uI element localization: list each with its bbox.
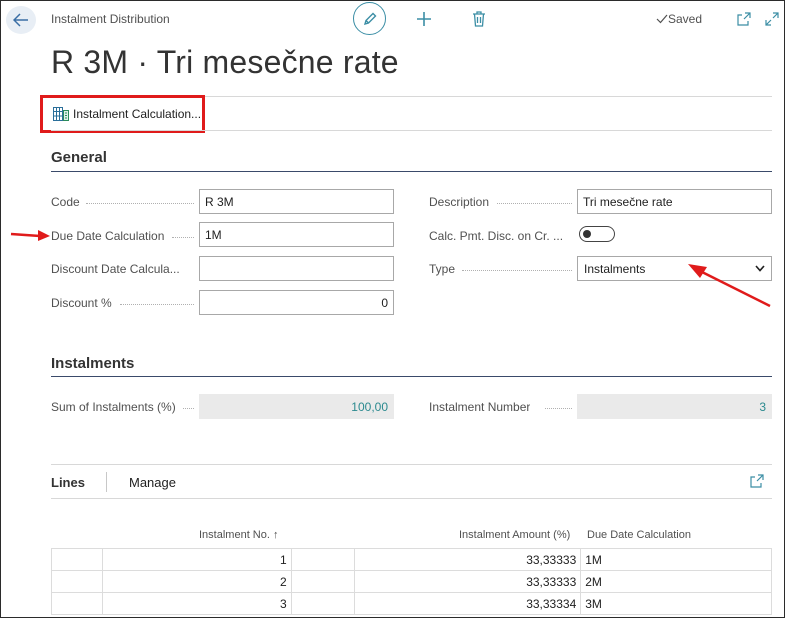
annotation-arrow-right xyxy=(10,230,50,241)
open-new-window-button[interactable] xyxy=(735,10,753,28)
dot-leader xyxy=(120,304,194,305)
empty-cell[interactable] xyxy=(290,592,355,615)
discount-date-calculation-label: Discount Date Calcula... xyxy=(51,262,180,276)
tab-lines[interactable]: Lines xyxy=(51,475,85,490)
back-button[interactable] xyxy=(6,6,36,34)
calc-pmt-disc-toggle[interactable] xyxy=(579,226,615,242)
lines-top-divider xyxy=(51,464,772,465)
table-row[interactable]: 1 33,33333 1M xyxy=(51,548,772,571)
pencil-icon xyxy=(363,12,376,25)
toggle-knob xyxy=(583,230,591,238)
due-date-calculation-cell[interactable]: 1M xyxy=(580,548,772,571)
column-header-instalment-amount[interactable]: Instalment Amount (%) xyxy=(459,529,570,541)
instalment-calculation-label: Instalment Calculation... xyxy=(73,107,202,121)
description-field[interactable]: Tri mesečne rate xyxy=(577,189,772,214)
general-section-underline xyxy=(51,171,772,172)
dot-leader xyxy=(462,270,572,271)
instalment-amount-cell[interactable]: 33,33333 xyxy=(353,548,582,571)
dot-leader xyxy=(172,237,194,238)
open-in-new-icon xyxy=(750,474,764,488)
action-bar-bottom-divider xyxy=(51,130,772,131)
instalment-number-value: 3 xyxy=(577,394,772,419)
page-title: R 3M · Tri mesečne rate xyxy=(51,44,399,80)
due-date-calculation-cell[interactable]: 2M xyxy=(580,570,772,593)
dot-leader xyxy=(497,203,572,204)
type-select-value: Instalments xyxy=(584,261,646,276)
dot-leader xyxy=(183,408,194,409)
row-indicator-cell[interactable] xyxy=(51,592,103,615)
lines-tab-divider xyxy=(51,498,772,499)
new-button[interactable] xyxy=(414,9,434,29)
instalment-no-cell[interactable]: 2 xyxy=(101,570,292,593)
plus-icon xyxy=(417,12,431,26)
tab-manage[interactable]: Manage xyxy=(129,475,176,490)
discount-percent-field[interactable]: 0 xyxy=(199,290,394,315)
column-header-instalment-no[interactable]: Instalment No. ↑ xyxy=(199,529,278,541)
calc-pmt-disc-label: Calc. Pmt. Disc. on Cr. ... xyxy=(429,229,564,243)
empty-cell[interactable] xyxy=(290,570,355,593)
code-label: Code xyxy=(51,195,80,209)
instalment-calculation-button[interactable]: Instalment Calculation... xyxy=(40,95,205,133)
arrow-left-icon xyxy=(13,13,28,27)
row-indicator-cell[interactable] xyxy=(51,570,103,593)
instalments-section-title[interactable]: Instalments xyxy=(51,355,134,372)
saved-label: Saved xyxy=(668,12,703,26)
row-indicator-cell[interactable] xyxy=(51,548,103,571)
instalment-number-label: Instalment Number xyxy=(429,400,531,414)
instalment-no-cell[interactable]: 1 xyxy=(101,548,292,571)
due-date-calculation-field[interactable]: 1M xyxy=(199,222,394,247)
lines-expand-button[interactable] xyxy=(749,473,765,489)
expand-icon xyxy=(765,12,779,26)
due-date-calculation-label: Due Date Calculation xyxy=(51,229,165,243)
page-caption: Instalment Distribution xyxy=(51,12,170,26)
type-label: Type xyxy=(429,262,456,276)
annotation-arrow-left xyxy=(688,264,771,308)
instalment-amount-cell[interactable]: 33,33334 xyxy=(353,592,582,615)
dot-leader xyxy=(86,203,194,204)
sum-of-instalments-value: 100,00 xyxy=(199,394,394,419)
lines-table: 1 33,33333 1M 2 33,33333 2M 3 33,33334 3… xyxy=(51,548,772,615)
empty-cell[interactable] xyxy=(290,548,355,571)
tab-separator xyxy=(106,472,107,492)
calculation-icon xyxy=(53,107,69,121)
due-date-calculation-cell[interactable]: 3M xyxy=(580,592,772,615)
column-header-due-date-calculation[interactable]: Due Date Calculation xyxy=(587,529,691,541)
expand-button[interactable] xyxy=(763,10,781,28)
instalments-section-underline xyxy=(51,376,772,377)
code-field[interactable]: R 3M xyxy=(199,189,394,214)
saved-status: Saved xyxy=(656,12,702,26)
sum-of-instalments-label: Sum of Instalments (%) xyxy=(51,400,176,414)
edit-button[interactable] xyxy=(353,2,386,35)
general-section-title[interactable]: General xyxy=(51,149,107,166)
instalment-amount-cell[interactable]: 33,33333 xyxy=(353,570,582,593)
checkmark-icon xyxy=(656,14,668,24)
table-row[interactable]: 2 33,33333 2M xyxy=(51,570,772,593)
instalment-no-cell[interactable]: 3 xyxy=(101,592,292,615)
table-row[interactable]: 3 33,33334 3M xyxy=(51,592,772,615)
discount-date-calculation-field[interactable] xyxy=(199,256,394,281)
open-in-new-icon xyxy=(737,12,751,26)
discount-percent-label: Discount % xyxy=(51,296,112,310)
delete-button[interactable] xyxy=(469,9,489,29)
trash-icon xyxy=(473,11,485,27)
description-label: Description xyxy=(429,195,490,209)
dot-leader xyxy=(545,408,572,409)
